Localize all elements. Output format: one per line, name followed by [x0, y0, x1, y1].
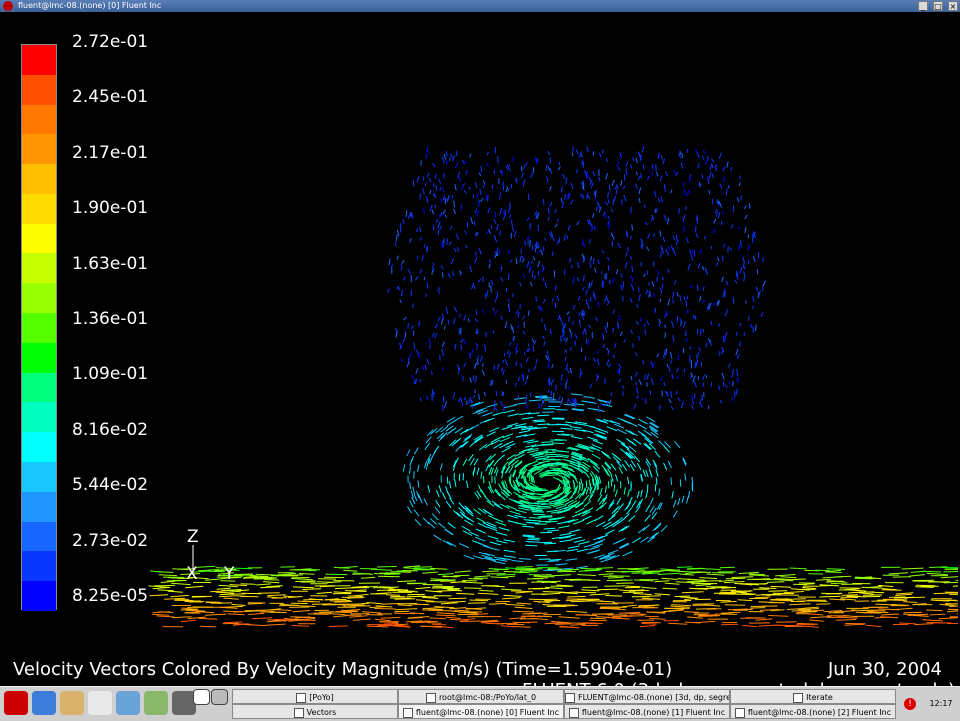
clock: 12:17 — [922, 691, 960, 717]
colorbar-band — [22, 551, 56, 581]
writer-icon[interactable] — [88, 691, 112, 715]
colorbar-band — [22, 373, 56, 403]
plot-caption: Velocity Vectors Colored By Velocity Mag… — [13, 659, 672, 680]
colorbar-band — [22, 522, 56, 552]
spreadsheet-icon[interactable] — [144, 691, 168, 715]
task-fluent-2[interactable]: fluent@lmc-08.(none) [2] Fluent Inc — [730, 704, 896, 719]
colorbar-tick-label: 1.90e-01 — [72, 198, 148, 218]
colorbar-band — [22, 194, 56, 224]
colorbar-band — [22, 164, 56, 194]
task-iterate[interactable]: Iterate — [730, 689, 896, 704]
colorbar-band — [22, 402, 56, 432]
colorbar-band — [22, 253, 56, 283]
colorbar — [21, 44, 57, 610]
mail-icon[interactable] — [60, 691, 84, 715]
task-poyo[interactable]: [PoYo] — [232, 689, 398, 704]
colorbar-band — [22, 224, 56, 254]
colorbar-tick-label: 1.36e-01 — [72, 309, 148, 329]
task-fluent-1[interactable]: fluent@lmc-08.(none) [1] Fluent Inc — [564, 704, 730, 719]
redhat-icon[interactable] — [4, 691, 28, 715]
colorbar-tick-label: 1.09e-01 — [72, 364, 148, 384]
colorbar-band — [22, 343, 56, 373]
plot-date: Jun 30, 2004 — [828, 659, 942, 680]
colorbar-band — [22, 283, 56, 313]
task-vectors[interactable]: Vectors — [232, 704, 398, 719]
presentation-icon[interactable] — [116, 691, 140, 715]
minimize-icon[interactable]: _ — [918, 1, 928, 11]
colorbar-band — [22, 581, 56, 611]
colorbar-tick-label: 2.17e-01 — [72, 143, 148, 163]
redhat-icon[interactable] — [3, 1, 13, 11]
task-fluent-0[interactable]: fluent@lmc-08.(none) [0] Fluent Inc — [398, 704, 564, 719]
velocity-vector-plot — [2, 12, 958, 685]
workspace-2[interactable] — [211, 689, 228, 705]
colorbar-tick-label: 2.73e-02 — [72, 531, 148, 551]
colorbar-tick-label: 1.63e-01 — [72, 254, 148, 274]
workspace-1[interactable] — [193, 689, 210, 705]
colorbar-band — [22, 75, 56, 105]
graphics-viewport[interactable]: 2.72e-01 2.45e-01 2.17e-01 1.90e-01 1.63e-01… — [2, 12, 958, 685]
window-titlebar[interactable]: fluent@lmc-08.(none) [0] Fluent Inc _ □ … — [0, 0, 960, 12]
colorbar-band — [22, 134, 56, 164]
colorbar-band — [22, 45, 56, 75]
colorbar-band — [22, 462, 56, 492]
close-icon[interactable]: × — [948, 1, 958, 11]
axis-x-label: X — [186, 564, 198, 584]
axis-z-label: Z — [187, 527, 199, 547]
colorbar-band — [22, 105, 56, 135]
colorbar-tick-label: 2.72e-01 — [72, 32, 148, 52]
task-fluent-console[interactable]: FLUENT@lmc-08.(none) [3d, dp, segregate — [564, 689, 730, 704]
axis-y-label: Y — [224, 564, 234, 584]
globe-icon[interactable] — [32, 691, 56, 715]
window-title: fluent@lmc-08.(none) [0] Fluent Inc — [18, 0, 161, 12]
colorbar-tick-label: 8.25e-05 — [72, 586, 148, 606]
colorbar-tick-label: 5.44e-02 — [72, 475, 148, 495]
colorbar-tick-label: 8.16e-02 — [72, 420, 148, 440]
colorbar-band — [22, 313, 56, 343]
alert-icon[interactable]: ! — [904, 698, 916, 710]
maximize-icon[interactable]: □ — [933, 1, 943, 11]
task-root-terminal[interactable]: root@lmc-08:/PoYo/lat_0 — [398, 689, 564, 704]
colorbar-band — [22, 432, 56, 462]
colorbar-tick-label: 2.45e-01 — [72, 87, 148, 107]
taskbar: [PoYo] root@lmc-08:/PoYo/lat_0 FLUENT@lm… — [0, 686, 960, 721]
colorbar-band — [22, 492, 56, 522]
